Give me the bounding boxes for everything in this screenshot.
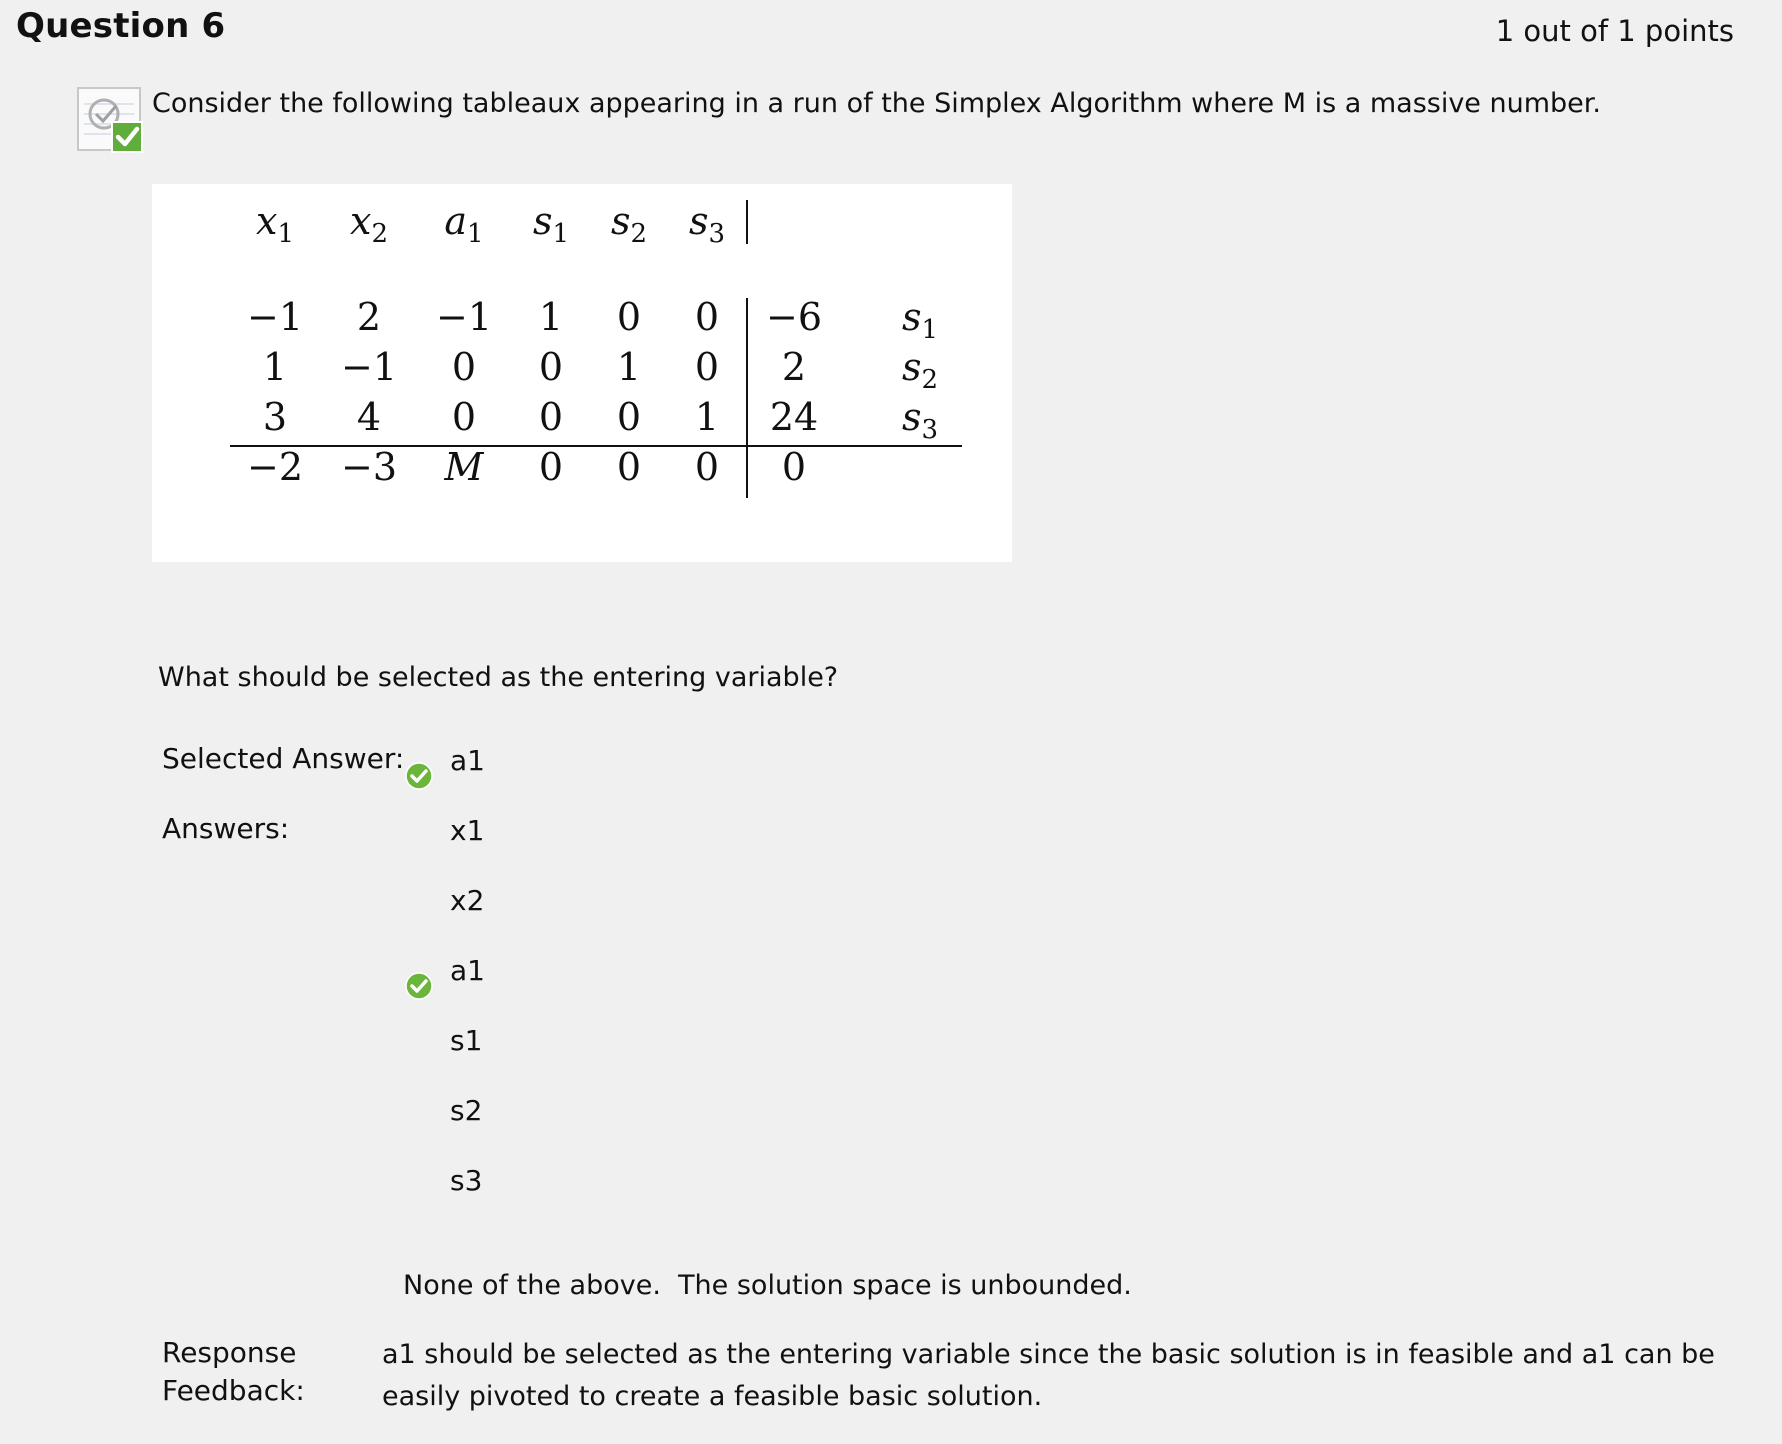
tableau-objective-cell: −3	[341, 445, 397, 489]
tableau-rhs: 2	[782, 345, 806, 389]
tableau-cell: 0	[452, 395, 476, 439]
tableau-header: s3	[689, 199, 725, 249]
answer-option-none: None of the above. The solution space is…	[403, 1270, 1132, 1301]
tableau-cell: 1	[539, 295, 563, 339]
tableau-cell: 0	[617, 295, 641, 339]
selected-answer-label: Selected Answer:	[162, 742, 405, 775]
tableau-rhs: −6	[766, 295, 822, 339]
tableau-objective-cell: −2	[247, 445, 303, 489]
tableau-basic-variable: s1	[902, 295, 938, 345]
selected-answer-value: a1	[450, 744, 485, 777]
correct-check-icon	[405, 762, 433, 790]
tableau-objective-cell: 0	[695, 445, 719, 489]
tableau-cell: −1	[436, 295, 492, 339]
answer-option: s1	[450, 1024, 483, 1057]
response-feedback-text: a1 should be selected as the entering va…	[382, 1339, 1715, 1412]
tableau-cell: 1	[695, 395, 719, 439]
correct-check-icon	[405, 972, 433, 1000]
question-status-icon	[76, 86, 144, 154]
tableau-header: a1	[444, 199, 483, 249]
feedback-label-line2: Feedback:	[162, 1374, 305, 1407]
answer-option: x1	[450, 814, 485, 847]
tableau-header: s1	[533, 199, 569, 249]
tableau-header: x1	[256, 199, 294, 249]
feedback-label-line1: Response	[162, 1336, 297, 1369]
answers-label: Answers:	[162, 812, 290, 845]
answer-option: s2	[450, 1094, 483, 1127]
tableau-cell: 3	[263, 395, 287, 439]
tableau-cell: −1	[247, 295, 303, 339]
tableau-cell: 1	[617, 345, 641, 389]
question-prompt: Consider the following tableaux appearin…	[152, 88, 1601, 119]
tableau-objective-cell: 0	[617, 445, 641, 489]
tableau-cell: 0	[539, 395, 563, 439]
answer-option: x2	[450, 884, 485, 917]
answer-option: s3	[450, 1164, 483, 1197]
tableau-header: s2	[611, 199, 647, 249]
tableau-basic-variable: s3	[902, 395, 938, 445]
tableau-cell: 2	[357, 295, 381, 339]
answer-option-correct: a1	[450, 954, 485, 987]
tableau-cell: −1	[341, 345, 397, 389]
tableau-objective-rhs: 0	[782, 445, 806, 489]
tableau-cell: 0	[539, 345, 563, 389]
tableau-cell: 0	[695, 295, 719, 339]
simplex-tableau: x1 x2 a1 s1 s2 s3 −1 2 −1 1 0 0 −6 s1 1 −1 0 0 1 0 2 s2 3 4 0 0 0 1…	[152, 184, 1012, 562]
tableau-rhs: 24	[770, 395, 818, 439]
tableau-cell: 4	[357, 395, 381, 439]
question-title: Question 6	[16, 6, 226, 46]
tableau-cell: 0	[617, 395, 641, 439]
tableau-header: x2	[350, 199, 388, 249]
tableau-cell: 1	[263, 345, 287, 389]
tableau-cell: 0	[452, 345, 476, 389]
response-feedback-label: Response Feedback:	[162, 1334, 305, 1410]
sub-question: What should be selected as the entering …	[158, 662, 839, 693]
tableau-objective-cell: 0	[539, 445, 563, 489]
tableau-objective-cell: M	[444, 445, 485, 489]
tableau-basic-variable: s2	[902, 345, 938, 395]
tableau-cell: 0	[695, 345, 719, 389]
question-points: 1 out of 1 points	[1495, 14, 1734, 48]
